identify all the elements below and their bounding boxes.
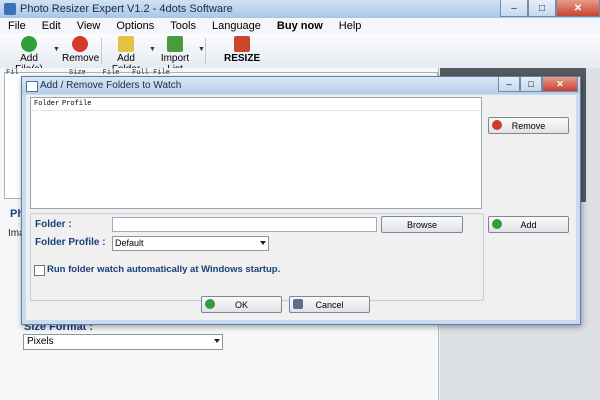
resize-label: RESIZE <box>224 53 261 64</box>
import-list-button[interactable]: Import List <box>154 36 196 75</box>
title-bar: Photo Resizer Expert V1.2 - 4dots Softwa… <box>0 0 600 19</box>
folders-dialog: Add / Remove Folders to Watch – □ ✕ Fold… <box>21 76 581 325</box>
menu-help[interactable]: Help <box>331 20 370 32</box>
remove-icon <box>492 120 502 130</box>
dialog-add-button[interactable]: Add <box>488 216 569 233</box>
minimize-button[interactable]: – <box>500 0 528 17</box>
dialog-remove-button[interactable]: Remove <box>488 117 569 134</box>
menu-bar: File Edit View Options Tools Language Bu… <box>0 18 600 35</box>
folder-profile-value: Default <box>115 238 144 248</box>
toolbar: Add File(s) ▼ Remove Add Folder ▼ Import… <box>0 34 600 75</box>
folder-input[interactable] <box>112 217 377 232</box>
resize-icon <box>234 36 250 52</box>
startup-checkbox[interactable] <box>34 265 45 276</box>
import-list-icon <box>167 36 183 52</box>
cancel-icon <box>293 299 303 309</box>
resize-button[interactable]: RESIZE <box>224 36 260 66</box>
menu-options[interactable]: Options <box>108 20 162 32</box>
size-format-select[interactable]: Pixels <box>23 334 223 350</box>
dialog-maximize-button[interactable]: □ <box>520 77 542 92</box>
browse-label: Browse <box>406 219 437 230</box>
column-header[interactable]: Fil <box>6 69 19 77</box>
menu-buy-now[interactable]: Buy now <box>269 20 331 32</box>
remove-icon <box>72 36 88 52</box>
ok-label: OK <box>234 299 248 310</box>
toolbar-separator <box>205 38 206 64</box>
menu-file[interactable]: File <box>0 20 34 32</box>
size-format-value: Pixels <box>27 336 54 347</box>
maximize-button[interactable]: □ <box>528 0 556 17</box>
dialog-close-button[interactable]: ✕ <box>542 77 578 92</box>
folder-label: Folder : <box>35 219 72 230</box>
folder-profile-label: Folder Profile : <box>35 237 106 248</box>
column-header-profile[interactable]: Profile <box>62 100 91 108</box>
cancel-button[interactable]: Cancel <box>289 296 370 313</box>
folder-list-header: Folder Profile <box>31 98 481 111</box>
menu-language[interactable]: Language <box>204 20 269 32</box>
add-files-button[interactable]: Add File(s) <box>6 36 52 75</box>
dialog-remove-label: Remove <box>511 120 546 131</box>
startup-checkbox-label[interactable]: Run folder watch automatically at Window… <box>47 264 280 275</box>
remove-button[interactable]: Remove <box>62 36 100 66</box>
check-icon <box>205 299 215 309</box>
import-list-dropdown-icon[interactable]: ▼ <box>198 46 205 53</box>
chevron-down-icon <box>214 339 220 343</box>
dialog-minimize-button[interactable]: – <box>498 77 520 92</box>
menu-view[interactable]: View <box>69 20 109 32</box>
dialog-window-controls: – □ ✕ <box>498 77 578 92</box>
folder-icon <box>118 36 134 52</box>
close-button[interactable]: ✕ <box>556 0 600 17</box>
add-folder-button[interactable]: Add Folder <box>104 36 148 75</box>
menu-edit[interactable]: Edit <box>34 20 69 32</box>
ok-button[interactable]: OK <box>201 296 282 313</box>
column-header-folder[interactable]: Folder <box>34 100 59 108</box>
menu-tools[interactable]: Tools <box>162 20 204 32</box>
chevron-down-icon <box>260 241 266 245</box>
window-controls: – □ ✕ <box>500 0 600 17</box>
add-files-dropdown-icon[interactable]: ▼ <box>53 46 60 53</box>
remove-label: Remove <box>62 53 100 64</box>
dialog-icon <box>26 81 38 92</box>
cancel-label: Cancel <box>315 299 344 310</box>
dialog-title: Add / Remove Folders to Watch <box>40 80 182 91</box>
browse-button[interactable]: Browse <box>381 216 463 233</box>
folder-watch-list[interactable]: Folder Profile <box>30 97 482 209</box>
add-icon <box>492 219 502 229</box>
folder-profile-select[interactable]: Default <box>112 236 269 251</box>
dialog-title-bar: Add / Remove Folders to Watch – □ ✕ <box>22 77 580 94</box>
window-title: Photo Resizer Expert V1.2 - 4dots Softwa… <box>20 3 233 15</box>
toolbar-separator <box>101 38 102 64</box>
dialog-body: Folder Profile Remove Folder : Browse Fo… <box>26 95 576 320</box>
add-files-icon <box>21 36 37 52</box>
app-icon <box>4 3 16 15</box>
dialog-add-label: Add <box>520 219 537 230</box>
